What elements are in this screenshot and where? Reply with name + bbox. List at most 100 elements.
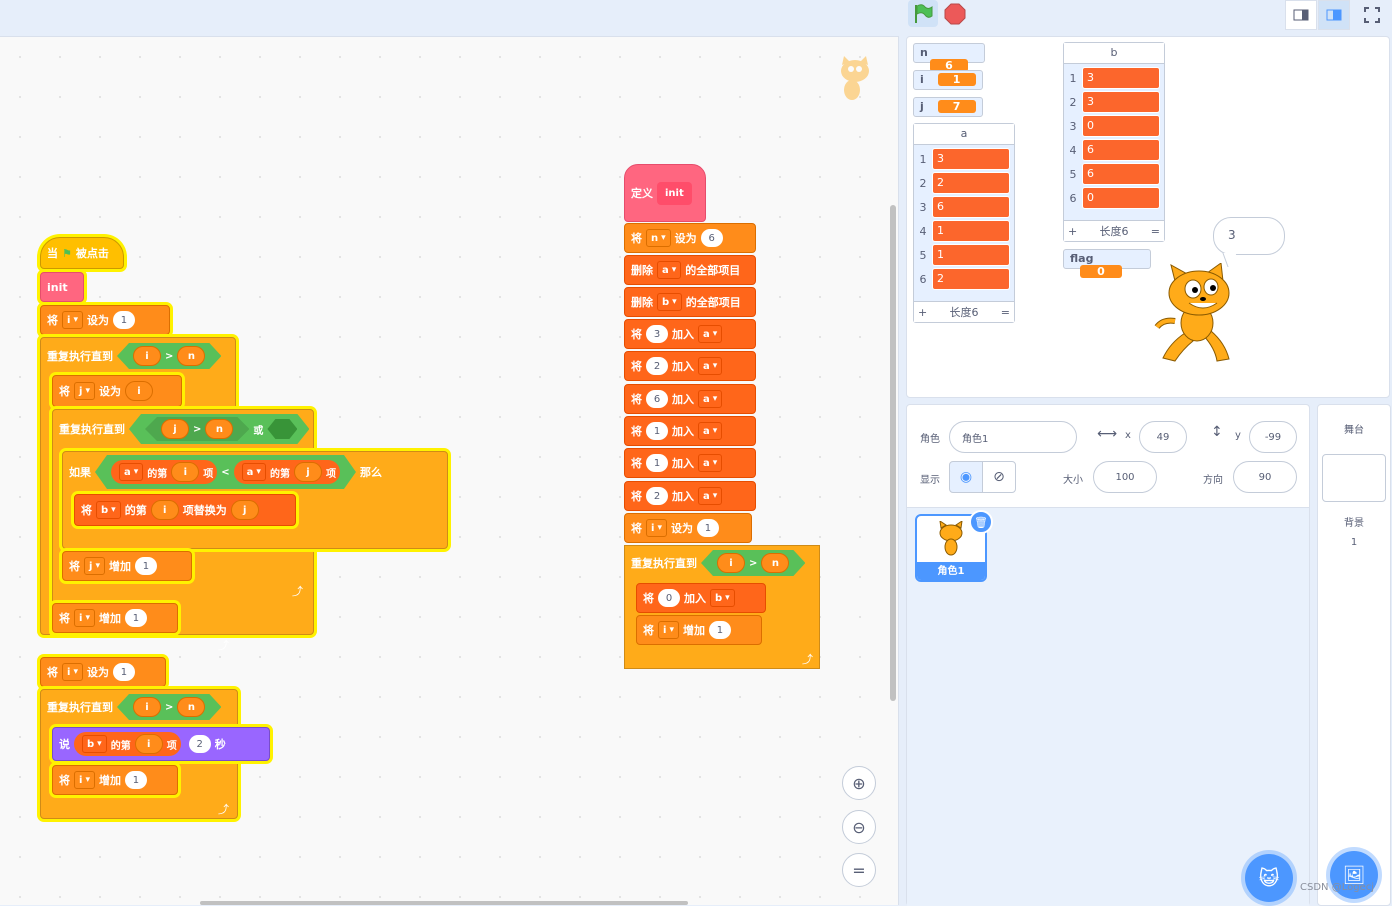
add-0-to-b-block[interactable]: 将 0 加入 b [636, 583, 766, 613]
zoom-in-icon[interactable]: ⊕ [842, 766, 876, 800]
value-input[interactable]: 2 [646, 357, 668, 375]
list-dropdown[interactable]: a [698, 454, 723, 472]
change-i-block[interactable]: 将 i 增加 1 [52, 603, 178, 633]
var-i-reporter[interactable]: i [133, 346, 161, 366]
small-stage-icon[interactable] [1285, 0, 1317, 30]
var-i-reporter[interactable]: i [150, 500, 179, 520]
var-dropdown[interactable]: i [74, 771, 95, 789]
list-dropdown[interactable]: b [82, 735, 107, 753]
var-dropdown[interactable]: i [646, 519, 667, 537]
list-item-value[interactable]: 1 [932, 244, 1010, 266]
change-i-block-2[interactable]: 将 i 增加 1 [52, 765, 178, 795]
var-dropdown[interactable]: i [74, 609, 95, 627]
set-i-block-2[interactable]: 将 i 设为 1 [40, 657, 166, 687]
var-j-reporter[interactable]: j [230, 500, 259, 520]
list-dropdown[interactable]: a [242, 463, 266, 481]
list-dropdown[interactable]: a [698, 390, 723, 408]
gt-operator[interactable]: i > n [117, 343, 221, 369]
direction-input[interactable]: 90 [1233, 461, 1297, 493]
var-dropdown[interactable]: i [658, 621, 679, 639]
lt-operator[interactable]: a 的第 i 项 < a 的第 j 项 [95, 455, 356, 489]
stop-icon[interactable] [944, 3, 966, 25]
list-item-value[interactable]: 6 [1082, 139, 1160, 161]
var-dropdown[interactable]: i [62, 663, 83, 681]
list-resize-handle[interactable]: = [1001, 306, 1010, 319]
list-dropdown[interactable]: a [698, 487, 723, 505]
value-input[interactable]: 1 [134, 557, 157, 575]
set-j-block[interactable]: 将 j 设为 i [52, 375, 182, 407]
list-dropdown[interactable]: a [657, 261, 682, 279]
value-input[interactable]: 6 [646, 390, 668, 408]
list-dropdown[interactable]: a [119, 463, 143, 481]
set-i-block[interactable]: 将 i 设为 1 [40, 305, 170, 335]
add-1-to-a-block[interactable]: 将 1 加入 a [624, 416, 756, 446]
list-dropdown[interactable]: a [698, 357, 723, 375]
value-input[interactable]: 1 [112, 311, 135, 329]
define-init-hat[interactable]: 定义 init [624, 164, 706, 222]
item-of-a-i[interactable]: a 的第 i 项 [111, 460, 217, 484]
value-input[interactable]: 1 [124, 771, 147, 789]
when-flag-clicked-hat[interactable]: 当 ⚑ 被点击 [40, 237, 124, 269]
say-for-secs-block[interactable]: 说 b 的第 i 项 2 秒 [52, 727, 270, 761]
var-n-reporter[interactable]: n [177, 697, 205, 717]
vertical-scrollbar[interactable] [890, 205, 896, 701]
value-input[interactable]: 1 [646, 422, 668, 440]
list-item-value[interactable]: 6 [1082, 163, 1160, 185]
list-item-value[interactable]: 0 [1082, 187, 1160, 209]
or-operator[interactable]: j > n 或 [129, 414, 309, 444]
gt-operator[interactable]: i > n [117, 694, 221, 720]
size-input[interactable]: 100 [1093, 461, 1157, 493]
cat-sprite[interactable] [1145, 262, 1249, 367]
add-2-to-a-block[interactable]: 将 2 加入 a [624, 351, 756, 381]
list-dropdown[interactable]: b [96, 501, 121, 519]
var-n-reporter[interactable]: n [177, 346, 205, 366]
secs-input[interactable]: 2 [188, 735, 211, 753]
set-n-block[interactable]: 将 n 设为 6 [624, 223, 756, 253]
code-workspace[interactable]: 当 ⚑ 被点击 init 将 i 设为 1 重复执行直到 i > n 将 j 设… [0, 36, 899, 905]
list-dropdown[interactable]: b [657, 293, 682, 311]
horizontal-scrollbar[interactable] [200, 901, 688, 905]
x-input[interactable]: 49 [1139, 421, 1187, 453]
var-j-reporter[interactable]: j [294, 462, 322, 482]
list-item-value[interactable]: 3 [1082, 91, 1160, 113]
zoom-reset-icon[interactable]: = [842, 853, 876, 887]
hide-eye-icon[interactable]: ⊘ [982, 461, 1016, 493]
fullscreen-icon[interactable] [1358, 2, 1386, 28]
value-input[interactable]: 1 [646, 454, 668, 472]
value-input[interactable]: 0 [658, 589, 680, 607]
value-input[interactable]: 1 [124, 609, 147, 627]
var-dropdown[interactable]: j [74, 382, 95, 400]
value-input[interactable]: 2 [646, 487, 668, 505]
var-i-reporter[interactable]: i [134, 734, 163, 754]
empty-boolean-slot[interactable] [267, 419, 297, 439]
add-1-to-a-block-2[interactable]: 将 1 加入 a [624, 448, 756, 478]
init-call-block[interactable]: init [40, 272, 84, 302]
var-dropdown[interactable]: j [84, 557, 105, 575]
add-6-to-a-block[interactable]: 将 6 加入 a [624, 384, 756, 414]
var-j-reporter[interactable]: j [161, 419, 189, 439]
delete-sprite-icon[interactable]: 🗑 [969, 510, 993, 534]
list-add-button[interactable]: + [1068, 225, 1077, 238]
show-eye-icon[interactable]: ◉ [949, 461, 983, 493]
list-resize-handle[interactable]: = [1151, 225, 1160, 238]
var-n-reporter[interactable]: n [205, 419, 233, 439]
list-add-button[interactable]: + [918, 306, 927, 319]
list-dropdown[interactable]: b [710, 589, 735, 607]
change-i-block-def[interactable]: 将 i 增加 1 [636, 615, 762, 645]
var-dropdown[interactable]: n [646, 229, 671, 247]
normal-stage-icon[interactable] [1318, 0, 1350, 30]
zoom-out-icon[interactable]: ⊖ [842, 810, 876, 844]
var-i-reporter[interactable]: i [133, 697, 161, 717]
list-dropdown[interactable]: a [698, 325, 723, 343]
add-sprite-icon[interactable]: 😺 [1245, 854, 1293, 902]
var-n-reporter[interactable]: n [761, 553, 789, 573]
list-item-value[interactable]: 1 [932, 220, 1010, 242]
replace-item-block[interactable]: 将 b 的第 i 项替换为 j [74, 494, 296, 526]
item-of-a-j[interactable]: a 的第 j 项 [234, 460, 340, 484]
var-i-reporter[interactable]: i [171, 462, 199, 482]
list-item-value[interactable]: 0 [1082, 115, 1160, 137]
set-i-block-def[interactable]: 将 i 设为 1 [624, 513, 752, 543]
y-input[interactable]: -99 [1249, 421, 1297, 453]
value-input[interactable]: 1 [112, 663, 135, 681]
delete-all-b-block[interactable]: 删除 b 的全部项目 [624, 287, 756, 317]
